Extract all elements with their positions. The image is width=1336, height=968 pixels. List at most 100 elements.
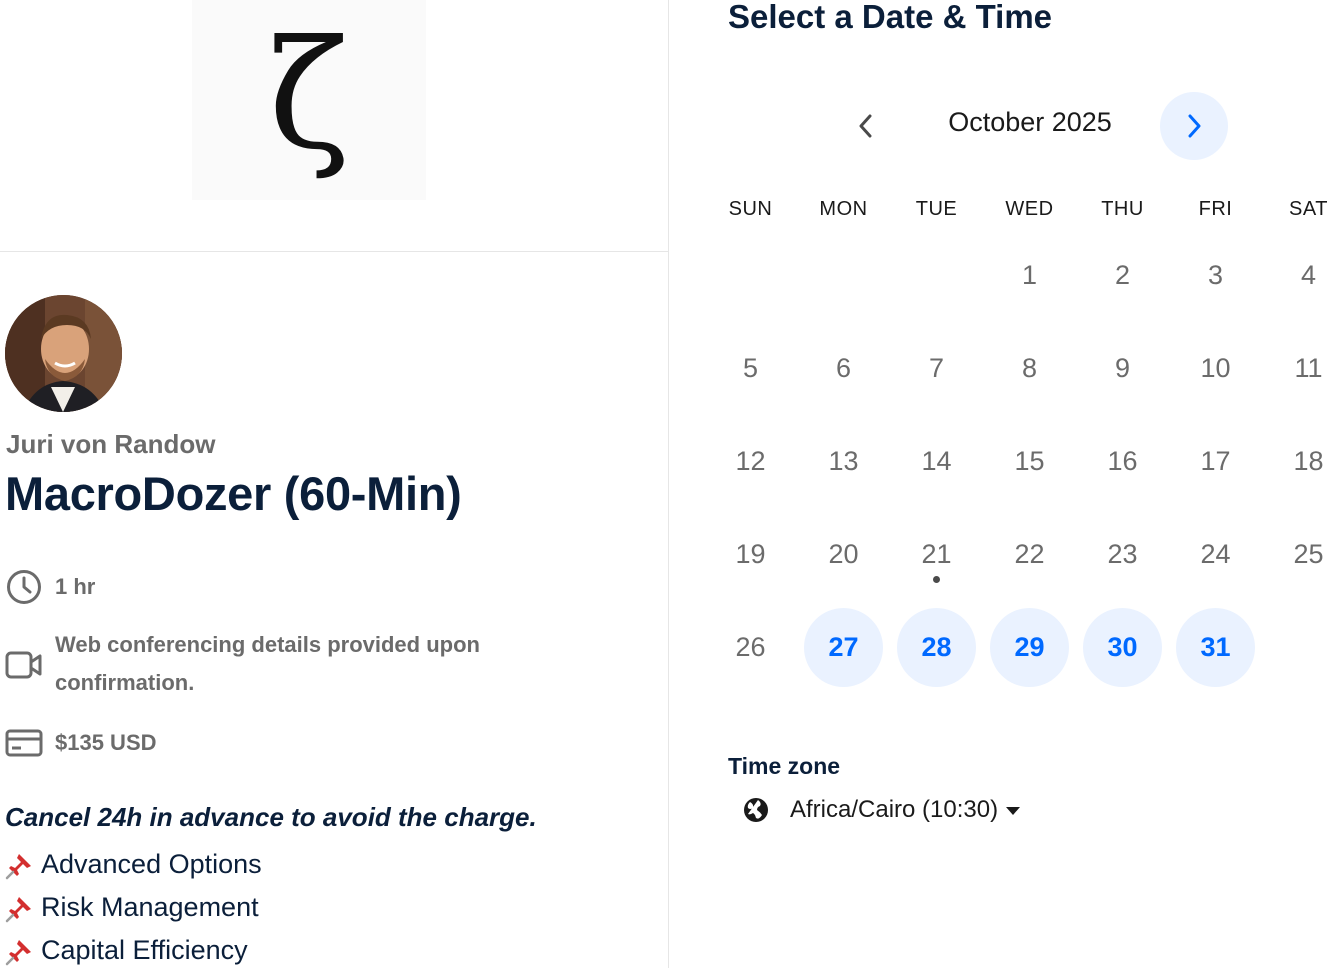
weekday-label: MON: [819, 198, 868, 220]
calendar-day: 21: [890, 508, 983, 601]
feature-list: Advanced Options Risk Management Capital…: [5, 843, 262, 968]
calendar-day-available[interactable]: 30: [1076, 601, 1169, 694]
calendar-day-number: 13: [828, 446, 859, 476]
cancellation-note: Cancel 24h in advance to avoid the charg…: [5, 802, 537, 832]
event-title: MacroDozer (60-Min): [5, 467, 462, 520]
calendar-day: 17: [1169, 415, 1262, 508]
calendar-day-number: 4: [1300, 260, 1317, 290]
page-title: Select a Date & Time: [728, 0, 1053, 35]
calendar-day: 9: [1076, 322, 1169, 415]
calendar-day: 24: [1169, 508, 1262, 601]
calendar-day-number: 20: [828, 539, 859, 569]
video-camera-icon: [5, 646, 43, 684]
calendar-week-row: 26 27 28 29 30 31: [704, 601, 1336, 694]
conferencing-text: Web conferencing details provided upon c…: [55, 632, 480, 695]
calendar-day-number: 1: [1021, 260, 1038, 290]
calendar-day-number: 5: [742, 353, 759, 383]
calendar-day-number[interactable]: 28: [897, 608, 976, 687]
calendar-day-number: 2: [1114, 260, 1131, 290]
conferencing-detail: Web conferencing details provided upon c…: [5, 626, 565, 702]
calendar-empty-cell: [797, 229, 890, 322]
calendar-day: 23: [1076, 508, 1169, 601]
calendar-day-number: 18: [1293, 446, 1324, 476]
clock-icon: [5, 568, 43, 606]
weekday-header: SUN MON TUE WED THU FRI SAT: [704, 198, 1336, 221]
calendar-day-number: 25: [1293, 539, 1324, 569]
calendar-day-number[interactable]: 29: [990, 608, 1069, 687]
calendar-empty-cell: [1262, 601, 1336, 694]
calendar-day: 26: [704, 601, 797, 694]
calendar-day-number[interactable]: 31: [1176, 608, 1255, 687]
calendar-day: 18: [1262, 415, 1336, 508]
calendar-grid: 1 2 3 4 5 6 7 8 9 10 11 12 13 14 15 16 17 18 19 20 21 22 23 24 2…: [704, 229, 1336, 694]
calendar-day-number[interactable]: 30: [1083, 608, 1162, 687]
timezone-value: Africa/Cairo (10:30): [790, 796, 999, 823]
calendar-day-number: 7: [928, 353, 945, 383]
host-name: Juri von Randow: [6, 429, 216, 459]
calendar-day-number: 14: [921, 446, 952, 476]
calendar-day: 19: [704, 508, 797, 601]
calendar-day: 25: [1262, 508, 1336, 601]
calendar-day: 22: [983, 508, 1076, 601]
event-details-panel: ζ Juri von Randow MacroDozer (60-Min) 1 …: [0, 0, 669, 968]
calendar-day-number: 17: [1200, 446, 1231, 476]
timezone-select[interactable]: Africa/Cairo (10:30): [742, 796, 1021, 824]
calendar-day-available[interactable]: 27: [797, 601, 890, 694]
duration-text: 1 hr: [55, 574, 96, 599]
calendar-week-row: 19 20 21 22 23 24 25: [704, 508, 1336, 601]
weekday-label: FRI: [1198, 198, 1233, 220]
calendar-day: 5: [704, 322, 797, 415]
brand-logo: ζ: [192, 0, 426, 200]
calendar-day-number: 11: [1294, 353, 1323, 383]
list-item: Risk Management: [5, 886, 262, 929]
calendar-day-number: 12: [735, 446, 766, 476]
weekday-label: TUE: [915, 198, 958, 220]
calendar-day-available[interactable]: 28: [890, 601, 983, 694]
weekday-label: WED: [1005, 198, 1054, 220]
calendar-day-number: 10: [1200, 353, 1231, 383]
calendar-day: 16: [1076, 415, 1169, 508]
calendar-day-number: 23: [1107, 539, 1138, 569]
calendar-day-number: 26: [735, 632, 766, 662]
calendar-day: 20: [797, 508, 890, 601]
price-text: $135 USD: [55, 730, 157, 755]
logo-zeta-glyph: ζ: [268, 9, 350, 183]
duration-detail: 1 hr: [5, 568, 95, 606]
pushpin-icon: [5, 896, 31, 922]
timezone-label: Time zone: [728, 753, 841, 779]
today-indicator: [933, 576, 940, 583]
calendar-day-available[interactable]: 29: [983, 601, 1076, 694]
panel-divider: [0, 251, 669, 252]
calendar-day: 14: [890, 415, 983, 508]
calendar-day: 8: [983, 322, 1076, 415]
calendar-day-number[interactable]: 27: [804, 608, 883, 687]
calendar-day: 12: [704, 415, 797, 508]
calendar-day: 10: [1169, 322, 1262, 415]
pushpin-icon: [5, 853, 31, 879]
calendar-empty-cell: [890, 229, 983, 322]
calendar-week-row: 12 13 14 15 16 17 18: [704, 415, 1336, 508]
calendar-day-available[interactable]: 31: [1169, 601, 1262, 694]
calendar-day-number: 6: [835, 353, 852, 383]
calendar-day: 11: [1262, 322, 1336, 415]
weekday-label: SUN: [728, 198, 773, 220]
calendar-day-number: 15: [1014, 446, 1045, 476]
list-item-label: Capital Efficiency: [41, 935, 248, 965]
calendar-day-number: 9: [1114, 353, 1131, 383]
chevron-right-icon: [1188, 114, 1201, 138]
list-item: Capital Efficiency: [5, 929, 262, 968]
calendar-day-number: 16: [1107, 446, 1138, 476]
previous-month-button[interactable]: [846, 106, 886, 146]
calendar-day: 1: [983, 229, 1076, 322]
list-item: Advanced Options: [5, 843, 262, 886]
calendar-day: 15: [983, 415, 1076, 508]
calendar-day: 2: [1076, 229, 1169, 322]
chevron-left-icon: [859, 114, 872, 138]
calendar-day-number: 24: [1200, 539, 1231, 569]
weekday-label: SAT: [1289, 198, 1328, 220]
pushpin-icon: [5, 939, 31, 965]
next-month-button[interactable]: [1160, 92, 1228, 160]
price-detail: $135 USD: [5, 724, 157, 762]
calendar-day: 3: [1169, 229, 1262, 322]
avatar: [5, 295, 122, 412]
